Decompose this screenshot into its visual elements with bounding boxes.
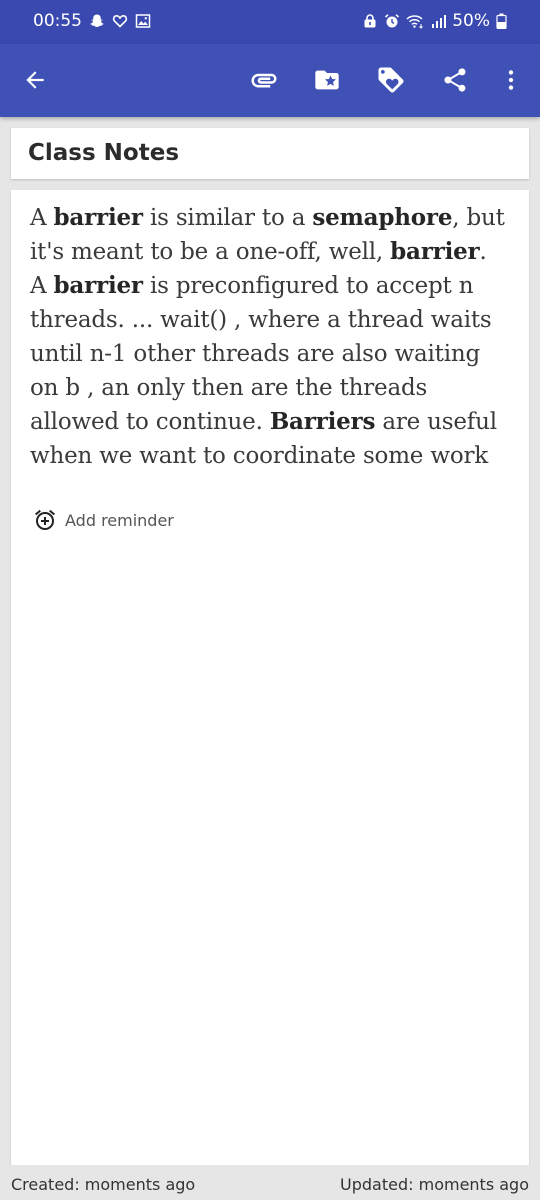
alarm-icon [384, 13, 400, 29]
status-bar: 00:55 50% [0, 0, 540, 44]
bold-text: Barriers [269, 408, 376, 435]
signal-icon [430, 13, 447, 29]
text-segment: until n-1 other threads are also waiting [30, 341, 481, 367]
folder-star-icon [315, 70, 339, 90]
add-reminder-label: Add reminder [65, 510, 174, 530]
text-segment: is preconfigured to accept n [142, 273, 474, 299]
note-footer: Created: moments ago Updated: moments ag… [0, 1165, 540, 1200]
paperclip-icon [251, 73, 277, 88]
folder-button[interactable] [309, 62, 345, 98]
wifi-icon [406, 13, 424, 29]
updated-timestamp: Updated: moments ago [340, 1175, 529, 1194]
note-body-card: A barrier is similar to a semaphore, but… [11, 190, 529, 1165]
alarm-add-icon [35, 509, 55, 530]
text-segment: are useful [375, 409, 497, 435]
note-line: A barrier is preconfigured to accept n [30, 269, 522, 303]
tag-heart-icon [378, 67, 404, 93]
note-line: threads. ... wait() , where a thread wai… [30, 303, 522, 337]
note-line: when we want to coordinate some work [30, 439, 522, 473]
bold-text: barrier [53, 204, 144, 231]
battery-icon [496, 13, 507, 29]
text-segment: is similar to a [142, 205, 313, 231]
more-vert-icon [508, 70, 514, 90]
status-left: 00:55 [33, 11, 151, 31]
text-segment: on b , an only then are the threads [30, 375, 428, 401]
note-content[interactable]: A barrier is similar to a semaphore, but… [30, 201, 522, 473]
status-right: 50% [362, 11, 507, 31]
text-segment: . [479, 239, 487, 265]
lock-icon [362, 13, 378, 29]
created-timestamp: Created: moments ago [11, 1175, 196, 1194]
snapchat-icon [89, 13, 105, 29]
text-segment: threads. ... wait() , where a thread wai… [30, 307, 492, 333]
note-line: on b , an only then are the threads [30, 371, 522, 405]
image-icon [135, 13, 151, 29]
add-reminder-button[interactable]: Add reminder [33, 508, 174, 532]
bold-text: barrier [53, 272, 144, 299]
text-segment: when we want to coordinate some work [30, 443, 488, 469]
note-line: until n-1 other threads are also waiting [30, 337, 522, 371]
note-title[interactable]: Class Notes [28, 140, 179, 166]
text-segment: A [30, 205, 54, 231]
share-button[interactable] [437, 62, 473, 98]
app-toolbar [0, 44, 540, 117]
bold-text: semaphore [312, 204, 453, 231]
tag-button[interactable] [373, 62, 409, 98]
text-segment: it's meant to be a one-off, well, [30, 239, 391, 265]
text-segment: A [30, 273, 54, 299]
share-icon [444, 68, 466, 92]
more-options-button[interactable] [493, 62, 529, 98]
attach-button[interactable] [246, 62, 282, 98]
note-line: allowed to continue. Barriers are useful [30, 405, 522, 439]
note-line: it's meant to be a one-off, well, barrie… [30, 235, 522, 269]
text-segment: allowed to continue. [30, 409, 270, 435]
note-title-card[interactable]: Class Notes [11, 128, 529, 179]
status-time: 00:55 [33, 11, 82, 31]
heart-outline-icon [112, 13, 128, 29]
bold-text: barrier [390, 238, 480, 265]
note-line: A barrier is similar to a semaphore, but [30, 201, 522, 235]
back-arrow-icon [26, 71, 44, 89]
text-segment: , but [452, 205, 505, 231]
back-button[interactable] [17, 62, 53, 98]
battery-percent: 50% [452, 11, 490, 31]
